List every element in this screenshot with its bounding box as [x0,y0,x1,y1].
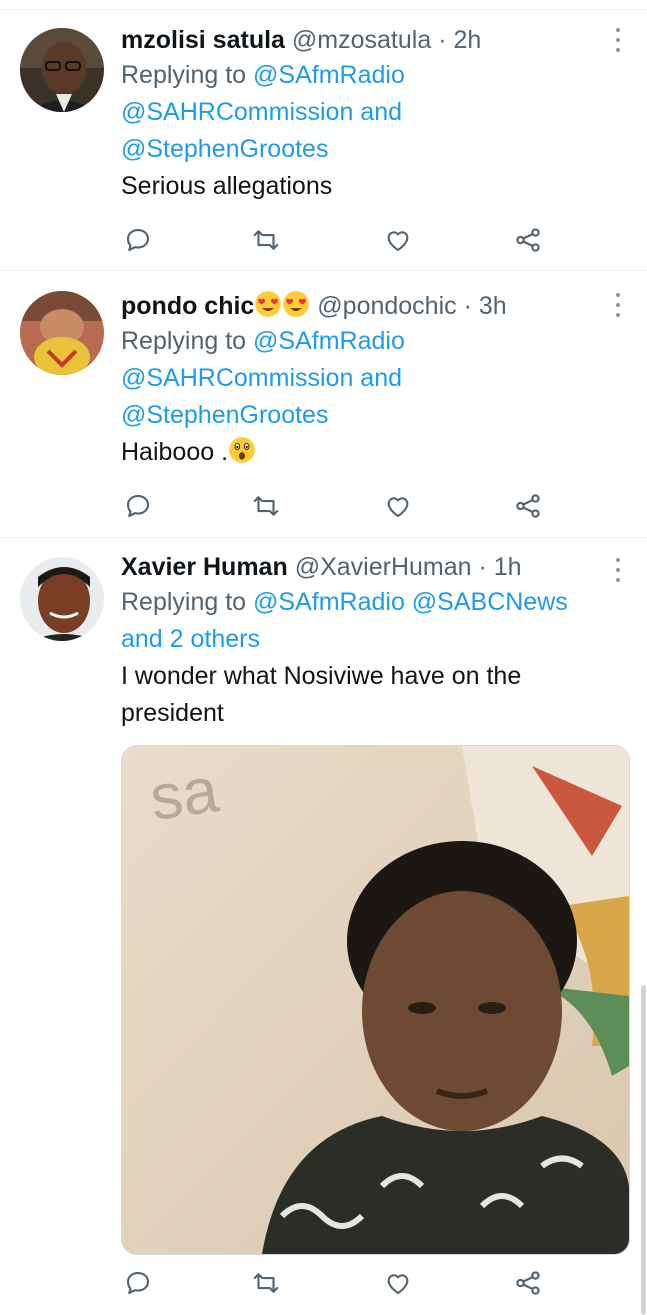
replying-prefix: Replying to [121,61,247,89]
tweet-item[interactable]: mzolisi satula @mzosatula · 2h Replying … [0,10,647,271]
replying-to: Replying to @SAfmRadio @SABCNews and 2 o… [121,584,617,658]
handle[interactable]: @mzosatula [292,26,431,54]
tweet-text-line: I wonder what Nosiviwe have on the [121,662,522,690]
action-bar [121,225,551,255]
action-bar [121,1268,551,1298]
mention-link[interactable]: @SAfmRadio [253,327,405,355]
handle[interactable]: @XavierHuman [295,553,472,581]
astonished-emoji-icon [229,437,255,463]
reply-icon[interactable] [123,1268,153,1298]
tweet-item[interactable]: pondo chic @pondochic · 3h Replying to @… [0,271,647,538]
mention-link[interactable]: @StephenGrootes [121,135,328,163]
display-name[interactable]: pondo chic [121,292,254,320]
tweet-header: pondo chic @pondochic · 3h [121,289,617,323]
separator: · [478,553,487,581]
replying-to: Replying to @SAfmRadio @SAHRCommission a… [121,323,617,434]
avatar[interactable] [20,28,104,112]
replying-prefix: Replying to [121,588,247,616]
reply-icon[interactable] [123,491,153,521]
avatar[interactable] [20,291,104,375]
mention-link[interactable]: @StephenGrootes [121,401,328,429]
heart-eyes-emoji-icon [255,291,282,317]
reply-icon[interactable] [123,225,153,255]
separator: · [438,26,447,54]
separator: · [463,292,472,320]
mention-link[interactable]: @SAHRCommission and [121,98,402,126]
timestamp[interactable]: 3h [479,292,507,320]
more-options-icon[interactable] [615,28,621,52]
tweet-header: Xavier Human @XavierHuman · 1h [121,550,617,584]
more-options-icon[interactable] [615,558,621,582]
avatar[interactable] [20,557,104,641]
retweet-icon[interactable] [251,225,281,255]
share-icon[interactable] [513,1268,543,1298]
tweet-text: I wonder what Nosiviwe have on the presi… [121,658,617,732]
replying-prefix: Replying to [121,327,247,355]
others-link[interactable]: and 2 others [121,625,260,653]
tweet-text-content: Haibooo . [121,438,229,466]
handle[interactable]: @pondochic [317,292,456,320]
display-name[interactable]: Xavier Human [121,553,288,581]
timestamp[interactable]: 2h [453,26,481,54]
tweet-text-line: president [121,699,224,727]
action-bar [121,491,551,521]
like-icon[interactable] [383,225,413,255]
replying-to: Replying to @SAfmRadio @SAHRCommission a… [121,57,617,168]
tweet-text: Serious allegations [121,172,333,200]
timestamp[interactable]: 1h [494,553,522,581]
tweet-header: mzolisi satula @mzosatula · 2h [121,23,617,57]
mention-link[interactable]: @SAfmRadio [253,61,405,89]
mention-link[interactable]: @SAfmRadio @SABCNews [253,588,568,616]
retweet-icon[interactable] [251,491,281,521]
tweet-media-image[interactable]: sa [121,745,630,1255]
mention-link[interactable]: @SAHRCommission and [121,364,402,392]
like-icon[interactable] [383,491,413,521]
tweet-text: Haibooo . [121,434,617,471]
retweet-icon[interactable] [251,1268,281,1298]
more-options-icon[interactable] [615,293,621,317]
share-icon[interactable] [513,491,543,521]
display-name[interactable]: mzolisi satula [121,26,285,54]
scrollbar[interactable] [641,985,646,1315]
like-icon[interactable] [383,1268,413,1298]
heart-eyes-emoji-icon [283,291,310,317]
media-logo-text: sa [146,753,223,834]
share-icon[interactable] [513,225,543,255]
